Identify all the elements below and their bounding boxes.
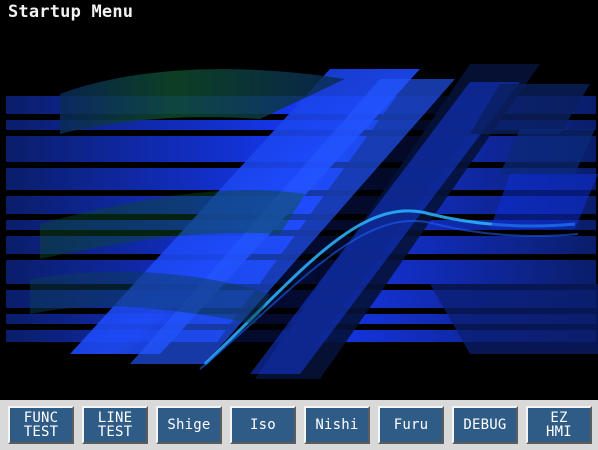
splash-artwork	[0, 24, 598, 400]
window-title: Startup Menu	[8, 2, 134, 22]
line-test-button-label: LINE TEST	[97, 410, 133, 440]
nishi-button-label: Nishi	[315, 417, 359, 433]
shige-button-label: Shige	[167, 417, 211, 433]
title-bar: Startup Menu	[0, 0, 598, 25]
iso-button-label: Iso	[250, 417, 276, 433]
nishi-button[interactable]: Nishi	[304, 406, 370, 444]
startup-screen: Startup Menu FUNC TEST LINE TEST Shige I…	[0, 0, 598, 450]
ez-hmi-button-label: EZ HMI	[546, 410, 572, 440]
furu-button[interactable]: Furu	[378, 406, 444, 444]
func-test-button-label: FUNC TEST	[23, 410, 59, 440]
iso-button[interactable]: Iso	[230, 406, 296, 444]
ez-hmi-button[interactable]: EZ HMI	[526, 406, 592, 444]
debug-button-label: DEBUG	[463, 417, 507, 433]
line-test-button[interactable]: LINE TEST	[82, 406, 148, 444]
furu-button-label: Furu	[393, 417, 429, 433]
shige-button[interactable]: Shige	[156, 406, 222, 444]
func-test-button[interactable]: FUNC TEST	[8, 406, 74, 444]
debug-button[interactable]: DEBUG	[452, 406, 518, 444]
bottom-button-bar: FUNC TEST LINE TEST Shige Iso Nishi Furu…	[0, 400, 598, 450]
